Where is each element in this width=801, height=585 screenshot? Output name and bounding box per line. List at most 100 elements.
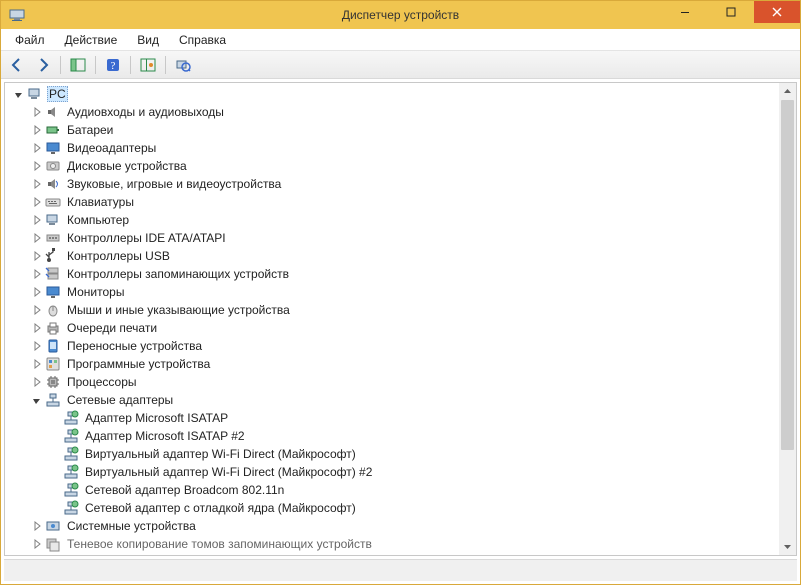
indent: [5, 346, 29, 347]
tree-node[interactable]: Контроллеры запоминающих устройств: [5, 265, 779, 283]
tree-node[interactable]: Мыши и иные указывающие устройства: [5, 301, 779, 319]
tree-node-label: Теневое копирование томов запоминающих у…: [65, 537, 374, 551]
back-button[interactable]: [5, 53, 29, 77]
tree-node[interactable]: Сетевой адаптер с отладкой ядра (Майкрос…: [5, 499, 779, 517]
indent: [5, 94, 11, 95]
tree-node[interactable]: Звуковые, игровые и видеоустройства: [5, 175, 779, 193]
help-button[interactable]: ?: [101, 53, 125, 77]
tree-node[interactable]: Клавиатуры: [5, 193, 779, 211]
indent: [5, 418, 47, 419]
expand-icon[interactable]: [31, 340, 43, 352]
window-title: Диспетчер устройств: [342, 8, 459, 22]
mouse-icon: [45, 302, 61, 318]
tree-node[interactable]: Адаптер Microsoft ISATAP #2: [5, 427, 779, 445]
indent: [5, 526, 29, 527]
scroll-thumb[interactable]: [781, 100, 794, 450]
netadapter-icon: [63, 410, 79, 426]
battery-icon: [45, 122, 61, 138]
close-button[interactable]: [754, 1, 800, 23]
vertical-scrollbar[interactable]: [779, 83, 796, 555]
expand-icon[interactable]: [31, 286, 43, 298]
indent: [5, 544, 29, 545]
minimize-button[interactable]: [662, 1, 708, 23]
tree-node[interactable]: Дисковые устройства: [5, 157, 779, 175]
app-icon: [9, 7, 25, 23]
expand-icon[interactable]: [31, 304, 43, 316]
tree-node[interactable]: Программные устройства: [5, 355, 779, 373]
printer-icon: [45, 320, 61, 336]
tree-node-label: Виртуальный адаптер Wi-Fi Direct (Майкро…: [83, 447, 358, 461]
tree-node[interactable]: Видеоадаптеры: [5, 139, 779, 157]
tree-node-label: Мыши и иные указывающие устройства: [65, 303, 292, 317]
indent: [5, 220, 29, 221]
indent: [5, 310, 29, 311]
tree-node-label: Сетевые адаптеры: [65, 393, 175, 407]
netadapter-icon: [63, 464, 79, 480]
menu-view[interactable]: Вид: [129, 31, 167, 49]
tree-node[interactable]: Компьютер: [5, 211, 779, 229]
scroll-up-button[interactable]: [779, 83, 796, 100]
tree-node-label: PC: [47, 86, 68, 102]
tree-node[interactable]: Контроллеры IDE ATA/ATAPI: [5, 229, 779, 247]
expand-icon[interactable]: [31, 124, 43, 136]
expand-icon[interactable]: [31, 232, 43, 244]
tree-node-label: Контроллеры IDE ATA/ATAPI: [65, 231, 228, 245]
svg-text:?: ?: [111, 60, 116, 72]
expand-icon[interactable]: [31, 268, 43, 280]
tree-node[interactable]: Адаптер Microsoft ISATAP: [5, 409, 779, 427]
forward-button[interactable]: [31, 53, 55, 77]
show-hide-console-tree-button[interactable]: [66, 53, 90, 77]
expand-icon[interactable]: [31, 178, 43, 190]
toolbar: ?: [1, 51, 800, 79]
tree-node[interactable]: Теневое копирование томов запоминающих у…: [5, 535, 779, 553]
tree-node[interactable]: Переносные устройства: [5, 337, 779, 355]
expand-icon[interactable]: [31, 322, 43, 334]
menu-action[interactable]: Действие: [57, 31, 126, 49]
tree-node[interactable]: Сетевые адаптеры: [5, 391, 779, 409]
tree-node[interactable]: Аудиовходы и аудиовыходы: [5, 103, 779, 121]
expand-icon[interactable]: [31, 214, 43, 226]
toolbar-separator: [95, 56, 96, 74]
tree-node-label: Контроллеры запоминающих устройств: [65, 267, 291, 281]
collapse-icon[interactable]: [13, 88, 25, 100]
scroll-track[interactable]: [779, 100, 796, 538]
tree-node[interactable]: Сетевой адаптер Broadcom 802.11n: [5, 481, 779, 499]
titlebar[interactable]: Диспетчер устройств: [1, 1, 800, 29]
expand-icon[interactable]: [31, 106, 43, 118]
scroll-down-button[interactable]: [779, 538, 796, 555]
expand-icon[interactable]: [31, 196, 43, 208]
maximize-button[interactable]: [708, 1, 754, 23]
tree-node[interactable]: Процессоры: [5, 373, 779, 391]
tree-node[interactable]: Виртуальный адаптер Wi-Fi Direct (Майкро…: [5, 463, 779, 481]
tree-node[interactable]: Системные устройства: [5, 517, 779, 535]
tree-node-label: Аудиовходы и аудиовыходы: [65, 105, 226, 119]
tree-node-label: Звуковые, игровые и видеоустройства: [65, 177, 283, 191]
window-buttons: [662, 1, 800, 23]
tree-node[interactable]: Батареи: [5, 121, 779, 139]
indent: [5, 166, 29, 167]
tree-node[interactable]: Мониторы: [5, 283, 779, 301]
refresh-button[interactable]: [171, 53, 195, 77]
scan-hardware-button[interactable]: [136, 53, 160, 77]
expand-icon[interactable]: [31, 376, 43, 388]
tree-node[interactable]: PC: [5, 85, 779, 103]
disk-icon: [45, 158, 61, 174]
collapse-icon[interactable]: [31, 394, 43, 406]
tree-node[interactable]: Виртуальный адаптер Wi-Fi Direct (Майкро…: [5, 445, 779, 463]
expand-icon[interactable]: [31, 520, 43, 532]
computer-icon: [45, 212, 61, 228]
device-tree[interactable]: PC Аудиовходы и аудиовыходы БатареиВидеоад…: [5, 83, 779, 555]
menu-file[interactable]: Файл: [7, 31, 53, 49]
tree-node-label: Адаптер Microsoft ISATAP: [83, 411, 230, 425]
expand-icon[interactable]: [31, 538, 43, 550]
tree-node-label: Переносные устройства: [65, 339, 204, 353]
expand-icon[interactable]: [31, 358, 43, 370]
expand-icon[interactable]: [31, 142, 43, 154]
expand-icon[interactable]: [31, 250, 43, 262]
ide-icon: [45, 230, 61, 246]
menu-help[interactable]: Справка: [171, 31, 234, 49]
cpu-icon: [45, 374, 61, 390]
tree-node[interactable]: Очереди печати: [5, 319, 779, 337]
tree-node[interactable]: Контроллеры USB: [5, 247, 779, 265]
expand-icon[interactable]: [31, 160, 43, 172]
